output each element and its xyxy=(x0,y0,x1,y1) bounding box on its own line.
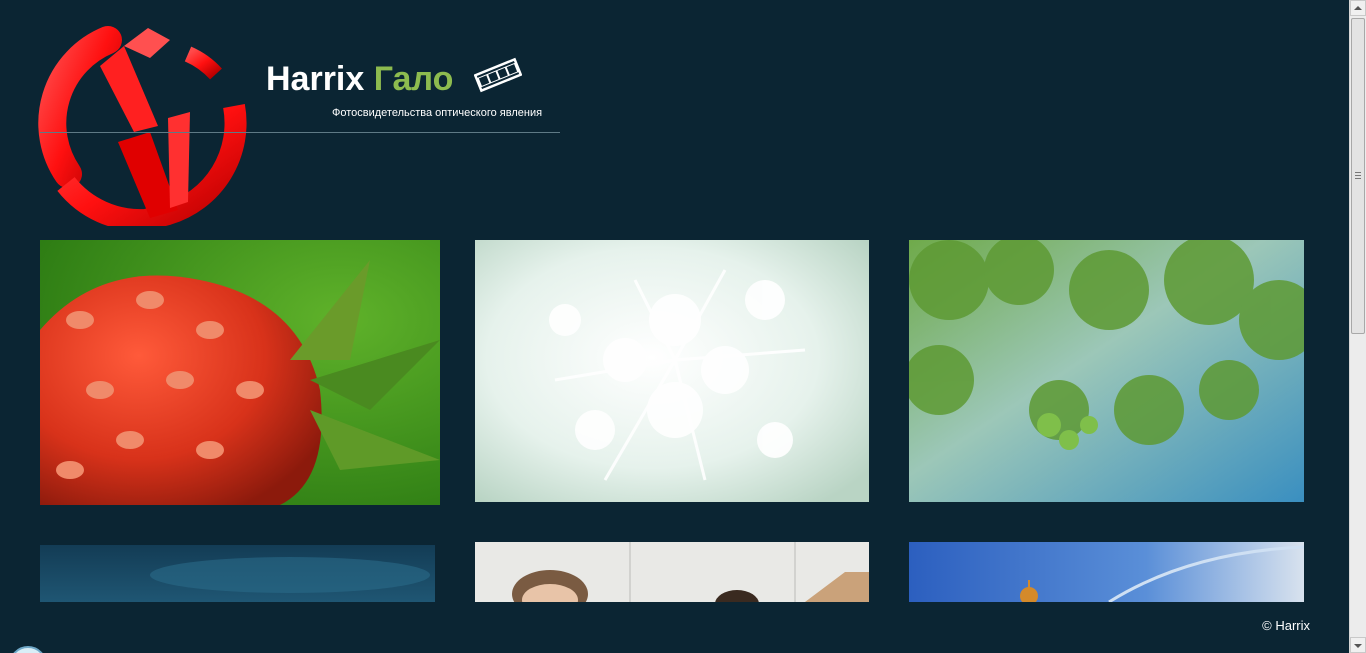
sky-photo[interactable] xyxy=(40,545,435,602)
site-tagline: Фотосвидетельства оптического явления xyxy=(332,107,543,119)
page: Harrix Гало Фотосвидетельства оптическог… xyxy=(0,0,1349,653)
arrow-down-icon xyxy=(1354,644,1362,648)
green-leaves-photo[interactable] xyxy=(909,240,1304,502)
scroll-up-button[interactable] xyxy=(1350,0,1366,16)
film-strip-icon xyxy=(473,55,523,95)
site-title[interactable]: Harrix Гало xyxy=(266,60,453,99)
scroll-down-button[interactable] xyxy=(1350,637,1366,653)
copyright: © Harrix xyxy=(1262,618,1310,633)
church-photo[interactable] xyxy=(909,542,1304,602)
scroll-thumb[interactable] xyxy=(1351,18,1365,334)
white-flower-photo[interactable] xyxy=(475,240,869,502)
grip-icon xyxy=(1355,172,1361,179)
arrow-up-icon xyxy=(1354,6,1362,10)
site-title-main: Harrix xyxy=(266,60,365,98)
people-photo[interactable] xyxy=(475,542,869,602)
site-title-accent: Гало xyxy=(373,60,454,98)
header-divider xyxy=(40,132,560,133)
harrix-logo[interactable] xyxy=(38,14,250,232)
strawberry-photo[interactable] xyxy=(40,240,440,505)
vertical-scrollbar[interactable] xyxy=(1349,0,1366,653)
chat-bubble-icon[interactable] xyxy=(9,646,47,653)
